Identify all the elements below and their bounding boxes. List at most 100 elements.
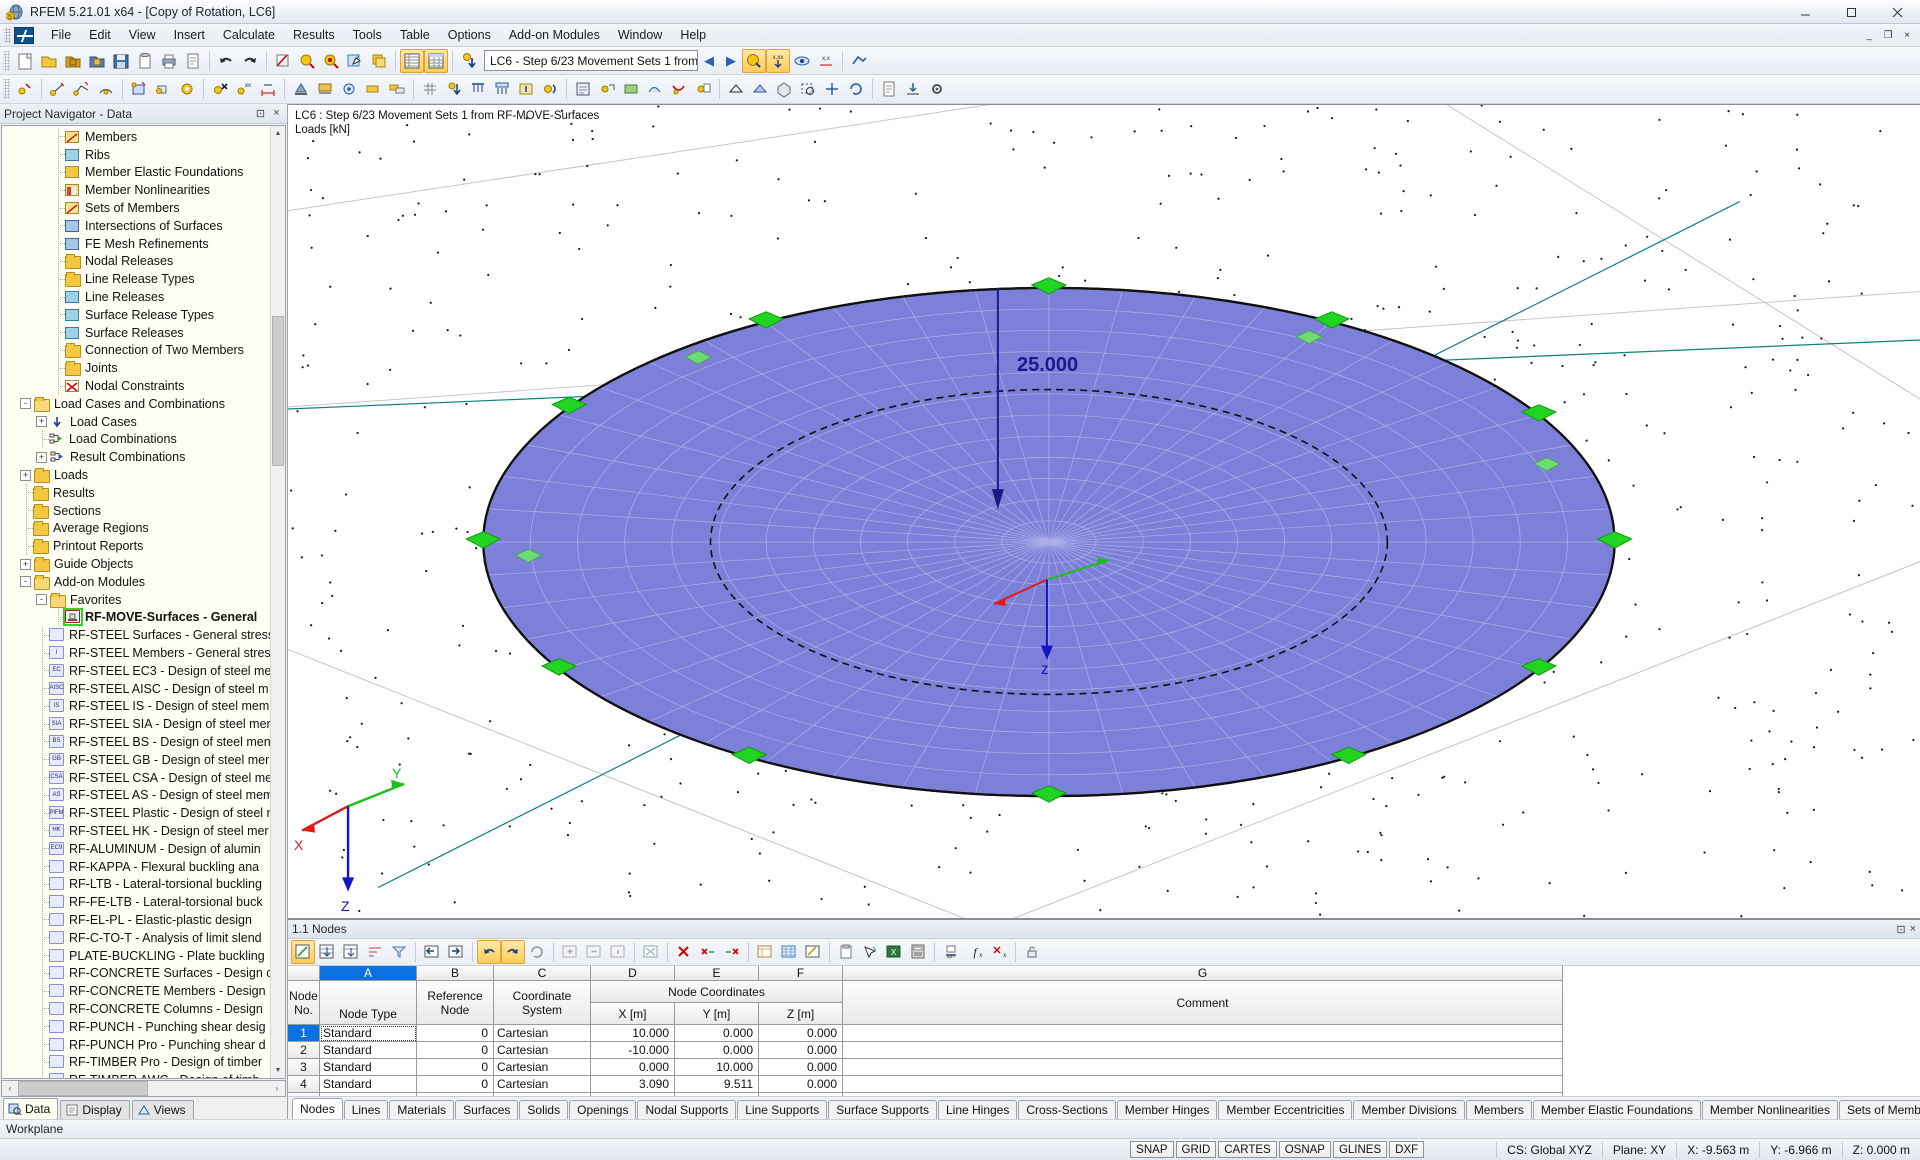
table-pin-icon[interactable]: ⊡ [1896,923,1905,936]
renumber-icon[interactable] [271,49,295,73]
cell-comment[interactable] [843,1059,1563,1076]
cell-x[interactable]: 0.000 [591,1059,675,1076]
load-case-combo[interactable]: LC6 - Step 6/23 Movement Sets 1 from ▾ [484,50,698,71]
move-right-icon[interactable] [444,940,468,964]
view-pan-icon[interactable] [820,77,844,101]
tree-item[interactable]: - Load Cases and Combinations [2,395,270,413]
row-number-cell[interactable]: 4 [288,1076,320,1093]
menu-addon-modules[interactable]: Add-on Modules [500,25,609,45]
tree-item[interactable]: + Result Combinations [2,448,270,466]
cell-comment[interactable] [843,1093,1563,1096]
cell-comment[interactable] [843,1025,1563,1042]
tree-item[interactable]: BS RF-STEEL BS - Design of steel men [2,733,270,751]
results-surface-icon[interactable] [619,77,643,101]
navigator-vscroll-thumb[interactable] [272,316,284,466]
tree-item[interactable]: Surface Release Types [2,306,270,324]
table-tab-lines[interactable]: Lines [343,1100,389,1119]
copy-objects-icon[interactable] [367,49,391,73]
table-corner-cell[interactable] [288,966,320,981]
cell-y[interactable]: 10.000 [675,1059,759,1076]
tree-item[interactable]: AISC RF-STEEL AISC - Design of steel m [2,680,270,698]
generate-mesh-icon[interactable] [595,77,619,101]
table-tab-nodes[interactable]: Nodes [292,1098,343,1119]
tree-item[interactable]: RF-PUNCH Pro - Punching shear d [2,1036,270,1054]
calculate-icon[interactable] [571,77,595,101]
table-tab-member-eccentricities[interactable]: Member Eccentricities [1218,1100,1353,1119]
delete-right-icon[interactable] [720,940,744,964]
redo-table-icon[interactable] [501,940,525,964]
table-column-letter[interactable]: E [675,966,759,981]
mesh-icon[interactable] [418,77,442,101]
cell-z[interactable]: 0.000 [759,1025,843,1042]
tree-item[interactable]: I RF-STEEL Members - General stres [2,644,270,662]
table-tab-surfaces[interactable]: Surfaces [455,1100,519,1119]
mdi-close-icon[interactable]: × [1898,26,1916,44]
tree-item[interactable]: RF-CONCRETE Surfaces - Design c [2,964,270,982]
menu-edit[interactable]: Edit [80,25,120,45]
tree-item[interactable]: - Add-on Modules [2,573,270,591]
cell-comment[interactable] [843,1076,1563,1093]
cell-node-type[interactable]: Standard [320,1042,417,1059]
redo-icon[interactable] [238,49,262,73]
view-wireframe-icon[interactable] [724,77,748,101]
load-case-new-icon[interactable] [457,49,481,73]
results-table-icon[interactable] [691,77,715,101]
imposed-deformation-icon[interactable] [538,77,562,101]
table-grid-icon[interactable] [424,48,448,73]
tree-item[interactable]: Intersections of Surfaces [2,217,270,235]
cell-reference-node[interactable]: 0 [417,1042,494,1059]
tree-item[interactable]: + Loads [2,466,270,484]
show-table-icon[interactable] [400,48,424,73]
tree-item[interactable]: RF-EL-PL - Elastic-plastic design [2,911,270,929]
minimize-icon[interactable] [1782,0,1828,24]
render-view-icon[interactable] [790,49,814,73]
row-number-cell[interactable]: 5 [288,1093,320,1096]
menubar-grip[interactable] [4,27,11,43]
table-row[interactable]: 1 Standard 0 Cartesian 10.000 0.000 0.000 [288,1025,1920,1042]
surface-load-icon[interactable] [490,77,514,101]
tree-item[interactable]: RF-MOVE-Surfaces - General [2,608,270,627]
toolbar-grip[interactable] [3,50,10,71]
cell-node-type[interactable]: Standard [320,1076,417,1093]
cell-y[interactable]: 9.511 [675,1076,759,1093]
delete-formula-icon[interactable]: x [987,940,1011,964]
table-row[interactable]: 4 Standard 0 Cartesian 3.090 9.511 0.000 [288,1076,1920,1093]
table-select-icon[interactable] [858,940,882,964]
add-column-icon[interactable] [558,940,582,964]
undo-table-icon[interactable] [477,940,501,964]
table-row[interactable]: 5Standard0Cartesian-8.0905.8780.000 [288,1093,1920,1096]
tree-item[interactable]: FE Mesh Refinements [2,235,270,253]
tree-item[interactable]: IS RF-STEEL IS - Design of steel mem [2,697,270,716]
tree-item[interactable]: Joints [2,359,270,377]
tree-item[interactable]: RF-FE-LTB - Lateral-torsional buck [2,893,270,911]
show-loads-icon[interactable] [742,48,766,73]
table-view-icon[interactable] [753,940,777,964]
cell-z[interactable]: 0.000 [759,1042,843,1059]
printout-report-icon[interactable] [877,77,901,101]
view-solid-icon[interactable] [748,77,772,101]
export-excel-icon[interactable]: X [882,940,906,964]
scroll-down-icon[interactable]: ▼ [271,1063,285,1078]
results-values-icon[interactable]: x,x [814,49,838,73]
tree-item[interactable]: RF-LTB - Lateral-torsional buckling [2,875,270,893]
cell-reference-node[interactable]: 0 [417,1093,494,1096]
results-member-icon[interactable] [643,77,667,101]
tree-item[interactable]: Load Combinations [2,430,270,449]
open-recent-icon[interactable] [85,49,109,73]
tree-item[interactable]: RF-TIMBER Pro - Design of timber [2,1053,270,1071]
append-row-icon[interactable] [339,940,363,964]
cell-z[interactable]: 0.000 [759,1093,843,1096]
new-file-icon[interactable] [13,49,37,73]
table-tab-surface-supports[interactable]: Surface Supports [828,1100,937,1119]
clipboard-icon[interactable] [133,49,157,73]
tree-item[interactable]: Member Nonlinearities [2,181,270,199]
tree-item[interactable]: Line Releases [2,288,270,306]
tree-item[interactable]: GB RF-STEEL GB - Design of steel mer [2,751,270,769]
expand-icon[interactable]: + [36,416,47,428]
hscroll-right-icon[interactable]: › [269,1081,285,1096]
move-left-icon[interactable] [420,940,444,964]
line-load-icon[interactable] [466,77,490,101]
tree-item[interactable]: Results [2,484,270,502]
cell-x[interactable]: 3.090 [591,1076,675,1093]
close-icon[interactable] [1874,0,1920,24]
